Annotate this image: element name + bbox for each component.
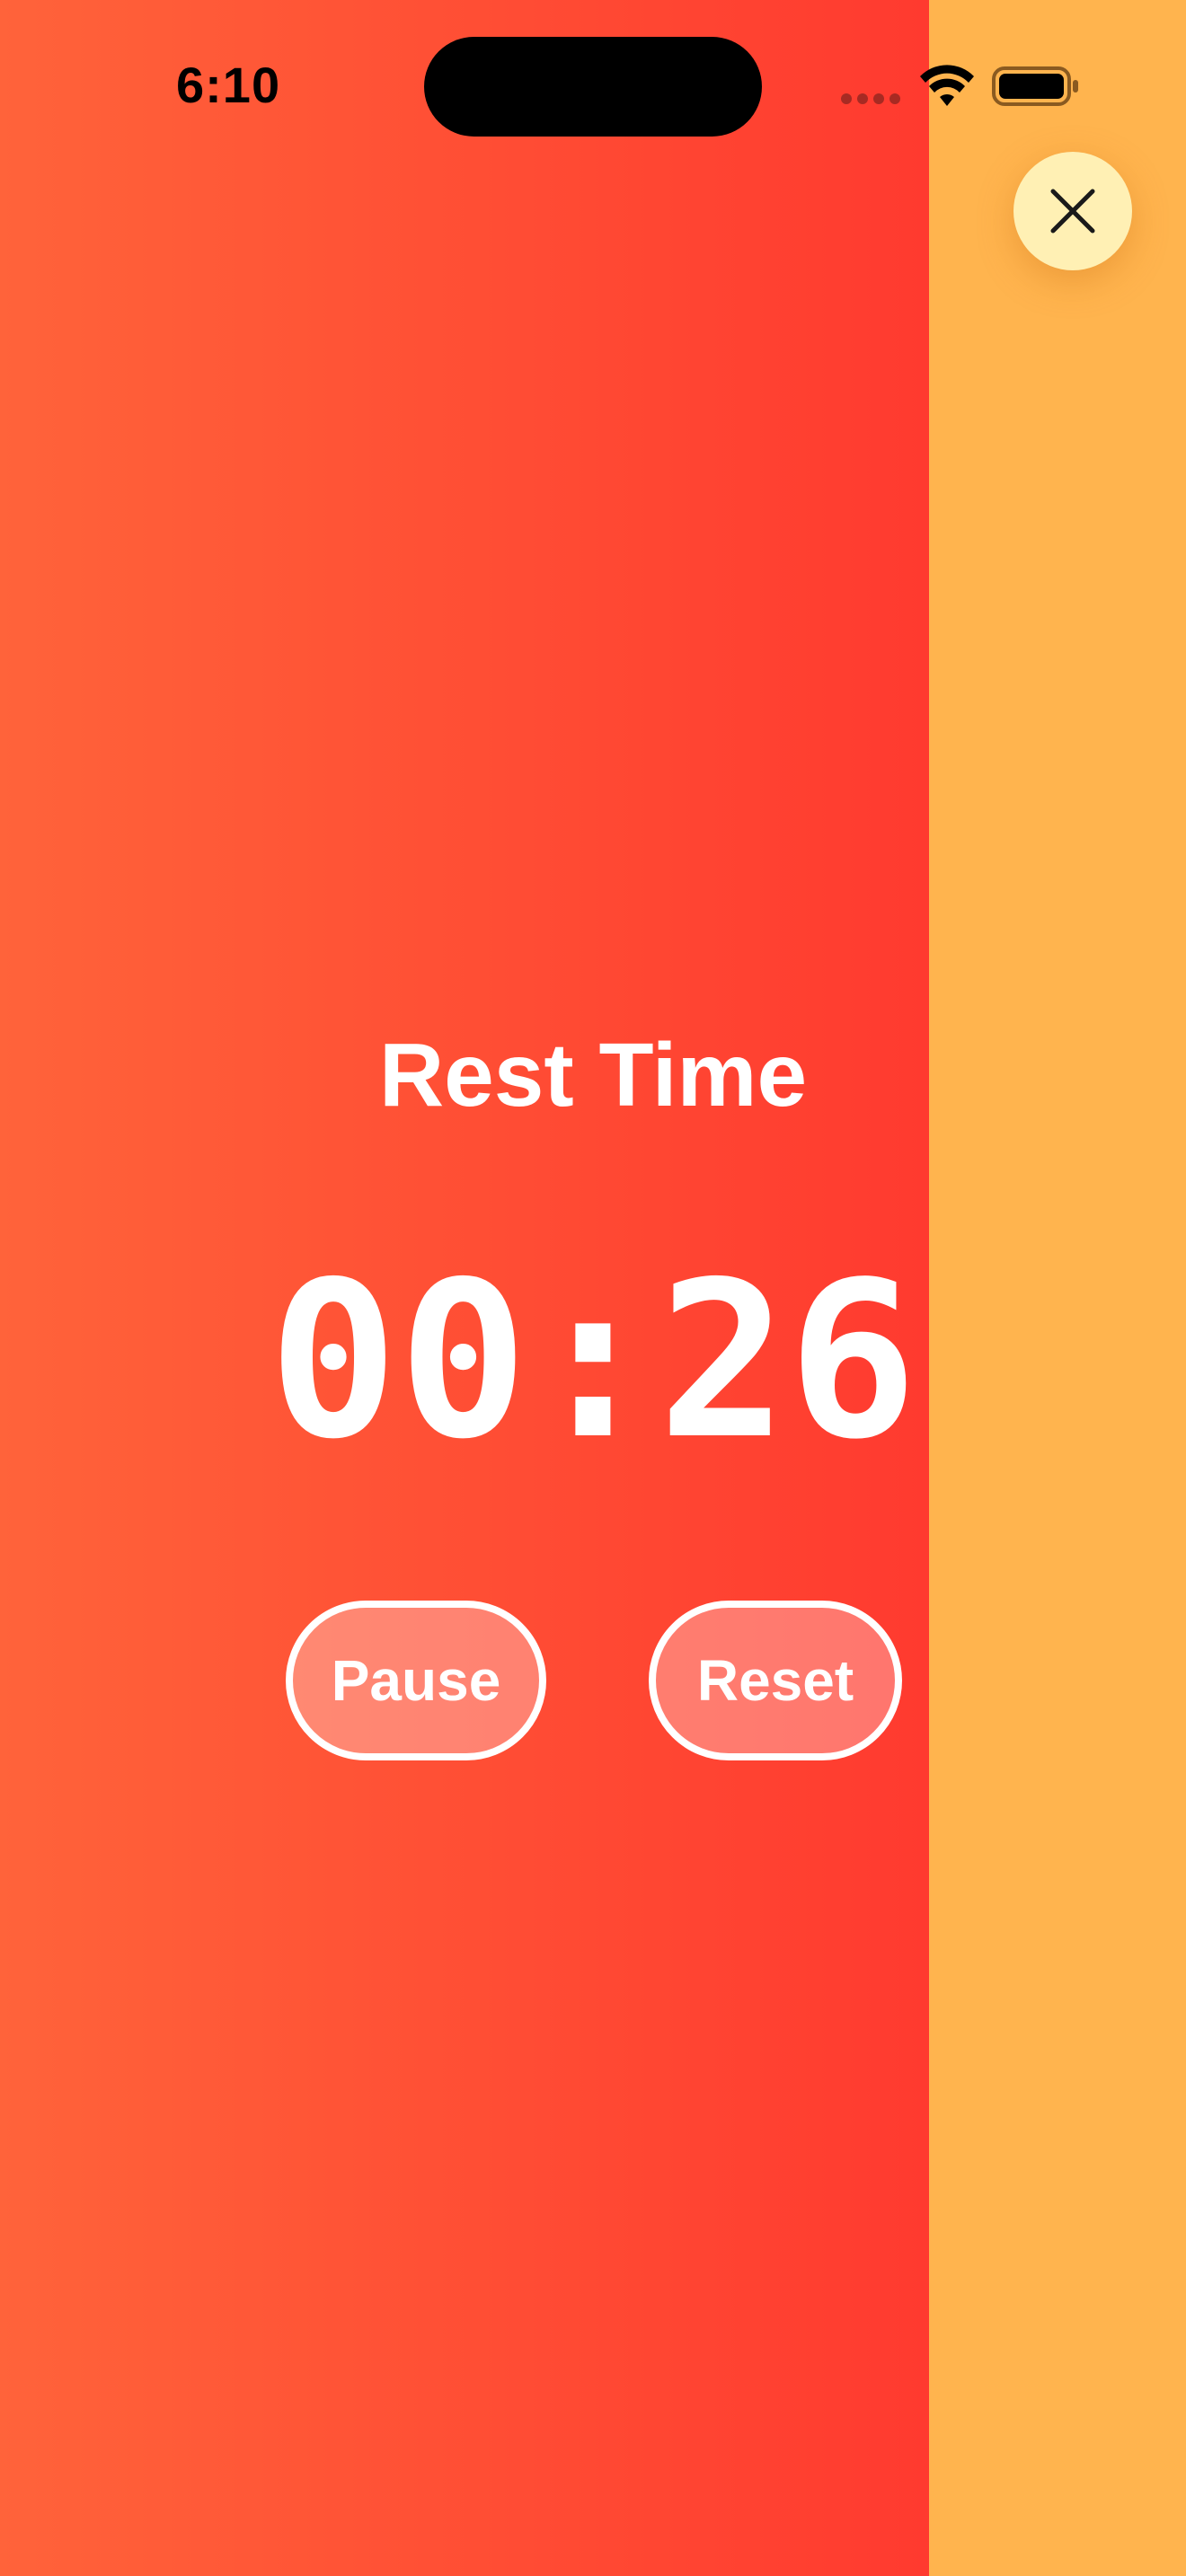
- status-bar-time: 6:10: [176, 57, 281, 113]
- wifi-icon: [920, 65, 974, 106]
- dynamic-island: [424, 37, 762, 137]
- close-button[interactable]: [1013, 152, 1132, 270]
- reset-button[interactable]: Reset: [649, 1601, 902, 1760]
- rest-time-title: Rest Time: [378, 1025, 808, 1125]
- signal-dots-icon: [841, 93, 900, 104]
- close-icon: [1050, 189, 1095, 234]
- timer-countdown: 00:26: [268, 1235, 918, 1486]
- battery-icon: [992, 66, 1078, 106]
- pause-button[interactable]: Pause: [286, 1601, 546, 1760]
